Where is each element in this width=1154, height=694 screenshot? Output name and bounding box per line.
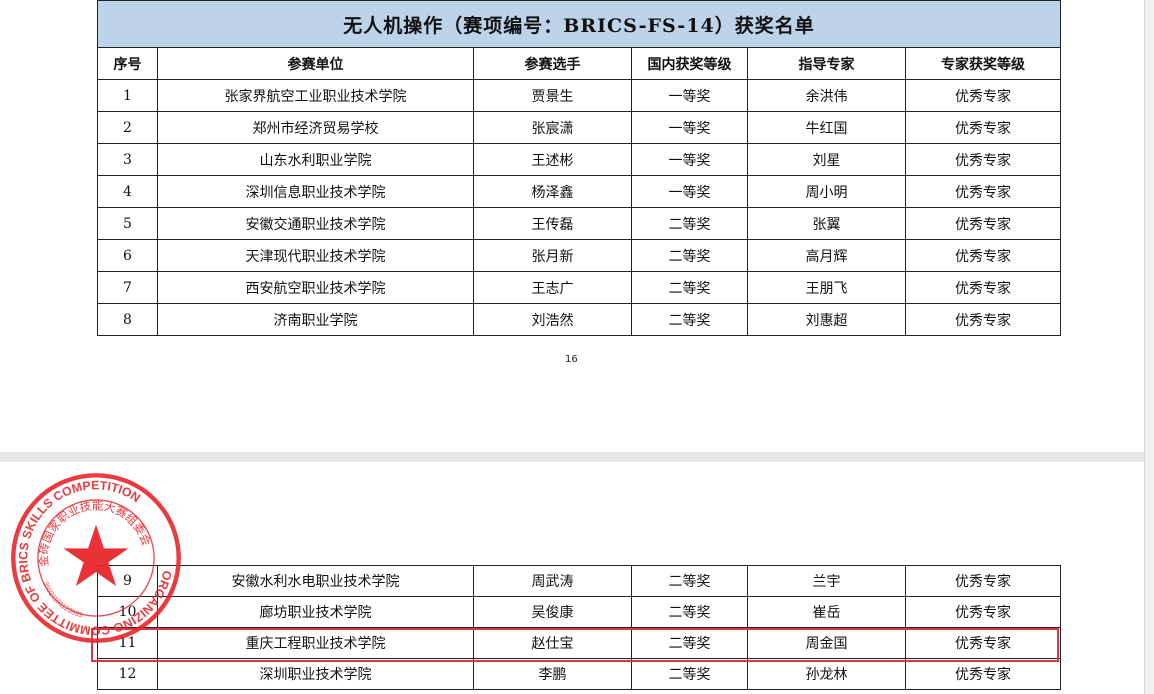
table-row: 10 廊坊职业技术学院 吴俊康 二等奖 崔岳 优秀专家 (97, 596, 1061, 628)
table-row: 7 西安航空职业技术学院 王志广 二等奖 王朋飞 优秀专家 (97, 271, 1061, 304)
cell-index: 3 (97, 143, 158, 176)
cell-contestant: 赵仕宝 (473, 627, 632, 659)
cell-index: 12 (97, 658, 158, 690)
cell-unit: 西安航空职业技术学院 (157, 271, 474, 304)
cell-award: 二等奖 (631, 303, 748, 336)
cell-mentor: 孙龙林 (747, 658, 906, 690)
cell-contestant: 贾景生 (473, 79, 632, 112)
cell-index: 7 (97, 271, 158, 304)
header-mentor-award: 专家获奖等级 (905, 47, 1061, 80)
cell-mentor: 刘惠超 (747, 303, 906, 336)
cell-unit: 郑州市经济贸易学校 (157, 111, 474, 144)
cell-mentor-award: 优秀专家 (905, 596, 1061, 628)
cell-contestant: 王述彬 (473, 143, 632, 176)
cell-mentor-award: 优秀专家 (905, 239, 1061, 272)
table-row: 4 深圳信息职业技术学院 杨泽鑫 一等奖 周小明 优秀专家 (97, 175, 1061, 208)
vertical-scrollbar[interactable] (1144, 0, 1154, 694)
cell-index: 6 (97, 239, 158, 272)
cell-mentor: 周金国 (747, 627, 906, 659)
cell-mentor: 兰宇 (747, 565, 906, 597)
table-row: 2 郑州市经济贸易学校 张宸潇 一等奖 牛红国 优秀专家 (97, 111, 1061, 144)
header-index: 序号 (97, 47, 158, 80)
cell-index: 8 (97, 303, 158, 336)
cell-award: 二等奖 (631, 239, 748, 272)
cell-contestant: 张宸潇 (473, 111, 632, 144)
table-row: 9 安徽水利水电职业技术学院 周武涛 二等奖 兰宇 优秀专家 (97, 565, 1061, 597)
cell-contestant: 周武涛 (473, 565, 632, 597)
cell-award: 二等奖 (631, 596, 748, 628)
cell-index: 5 (97, 207, 158, 240)
cell-unit: 安徽水利水电职业技术学院 (157, 565, 474, 597)
cell-award: 一等奖 (631, 143, 748, 176)
cell-mentor-award: 优秀专家 (905, 175, 1061, 208)
cell-mentor: 崔岳 (747, 596, 906, 628)
cell-unit: 廊坊职业技术学院 (157, 596, 474, 628)
official-seal: ORGANIZING COMMITTEE OF BRICS SKILLS COM… (8, 470, 184, 646)
cell-mentor-award: 优秀专家 (905, 143, 1061, 176)
cell-mentor-award: 优秀专家 (905, 207, 1061, 240)
cell-mentor: 王朋飞 (747, 271, 906, 304)
header-contestant: 参赛选手 (473, 47, 632, 80)
seal-star-icon (63, 524, 129, 587)
header-row: 序号 参赛单位 参赛选手 国内获奖等级 指导专家 专家获奖等级 (97, 47, 1061, 80)
cell-unit: 天津现代职业技术学院 (157, 239, 474, 272)
cell-mentor: 余洪伟 (747, 79, 906, 112)
cell-mentor-award: 优秀专家 (905, 627, 1061, 659)
cell-award: 二等奖 (631, 658, 748, 690)
document-page-16: 无人机操作（赛项编号：BRICS-FS-14）获奖名单 序号 参赛单位 参赛选手… (0, 0, 1145, 452)
cell-mentor-award: 优秀专家 (905, 271, 1061, 304)
cell-award: 一等奖 (631, 175, 748, 208)
cell-index: 4 (97, 175, 158, 208)
cell-contestant: 刘浩然 (473, 303, 632, 336)
cell-mentor: 刘星 (747, 143, 906, 176)
cell-contestant: 李鹏 (473, 658, 632, 690)
table-row: 5 安徽交通职业技术学院 王传磊 二等奖 张翼 优秀专家 (97, 207, 1061, 240)
cell-mentor-award: 优秀专家 (905, 111, 1061, 144)
cell-unit: 安徽交通职业技术学院 (157, 207, 474, 240)
cell-index: 1 (97, 79, 158, 112)
cell-unit: 深圳信息职业技术学院 (157, 175, 474, 208)
cell-contestant: 吴俊康 (473, 596, 632, 628)
page-number: 16 (565, 354, 578, 365)
table-row: 11 重庆工程职业技术学院 赵仕宝 二等奖 周金国 优秀专家 (97, 627, 1061, 659)
table-row: 3 山东水利职业学院 王述彬 一等奖 刘星 优秀专家 (97, 143, 1061, 176)
cell-mentor-award: 优秀专家 (905, 658, 1061, 690)
cell-mentor: 周小明 (747, 175, 906, 208)
table-row: 6 天津现代职业技术学院 张月新 二等奖 高月辉 优秀专家 (97, 239, 1061, 272)
award-table-page1: 无人机操作（赛项编号：BRICS-FS-14）获奖名单 序号 参赛单位 参赛选手… (97, 0, 1061, 336)
cell-mentor-award: 优秀专家 (905, 303, 1061, 336)
cell-unit: 济南职业学院 (157, 303, 474, 336)
cell-mentor: 牛红国 (747, 111, 906, 144)
header-award: 国内获奖等级 (631, 47, 748, 80)
cell-award: 二等奖 (631, 207, 748, 240)
header-mentor: 指导专家 (747, 47, 906, 80)
table-row: 1 张家界航空工业职业技术学院 贾景生 一等奖 余洪伟 优秀专家 (97, 79, 1061, 112)
cell-unit: 重庆工程职业技术学院 (157, 627, 474, 659)
table-row: 8 济南职业学院 刘浩然 二等奖 刘惠超 优秀专家 (97, 303, 1061, 336)
cell-unit: 山东水利职业学院 (157, 143, 474, 176)
cell-award: 二等奖 (631, 565, 748, 597)
cell-contestant: 王传磊 (473, 207, 632, 240)
cell-mentor-award: 优秀专家 (905, 565, 1061, 597)
cell-mentor-award: 优秀专家 (905, 79, 1061, 112)
cell-mentor: 张翼 (747, 207, 906, 240)
cell-unit: 深圳职业技术学院 (157, 658, 474, 690)
table-title: 无人机操作（赛项编号：BRICS-FS-14）获奖名单 (97, 0, 1061, 48)
document-page-17: 9 安徽水利水电职业技术学院 周武涛 二等奖 兰宇 优秀专家 10 廊坊职业技术学院 吴俊康 二等… (0, 462, 1145, 694)
cell-award: 二等奖 (631, 271, 748, 304)
cell-index: 2 (97, 111, 158, 144)
cell-contestant: 张月新 (473, 239, 632, 272)
cell-contestant: 杨泽鑫 (473, 175, 632, 208)
cell-mentor: 高月辉 (747, 239, 906, 272)
cell-award: 一等奖 (631, 111, 748, 144)
award-table-page2: 9 安徽水利水电职业技术学院 周武涛 二等奖 兰宇 优秀专家 10 廊坊职业技术学院 吴俊康 二等… (97, 565, 1061, 690)
cell-unit: 张家界航空工业职业技术学院 (157, 79, 474, 112)
cell-award: 二等奖 (631, 627, 748, 659)
table-row: 12 深圳职业技术学院 李鹏 二等奖 孙龙林 优秀专家 (97, 658, 1061, 690)
cell-contestant: 王志广 (473, 271, 632, 304)
header-unit: 参赛单位 (157, 47, 474, 80)
cell-award: 一等奖 (631, 79, 748, 112)
